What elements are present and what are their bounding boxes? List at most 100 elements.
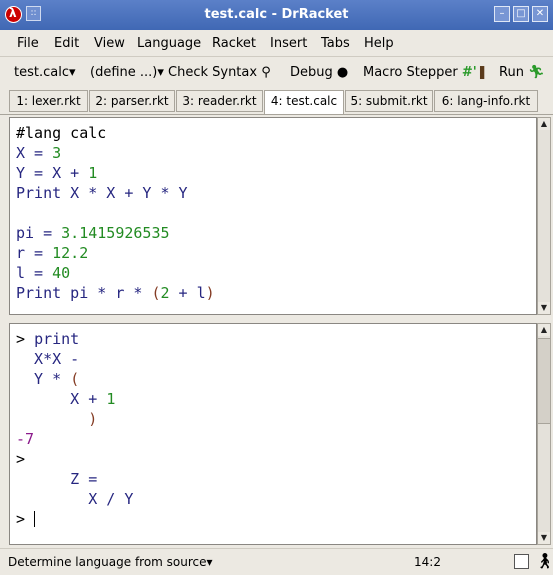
dropdown-arrow-icon: ▾ <box>157 65 164 80</box>
run-label: Run <box>499 65 524 80</box>
status-box-icon <box>514 554 529 569</box>
code-token: ) <box>16 410 98 428</box>
repl-line: X + 1 <box>16 389 133 409</box>
code-token: ( <box>70 370 80 388</box>
scroll-up-icon[interactable]: ▲ <box>538 324 550 336</box>
bomb-icon: ● <box>336 65 349 80</box>
code-line: Y = X + 1 <box>16 163 215 183</box>
tab-test-calc[interactable]: 4: test.calc <box>264 90 344 114</box>
menu-insert[interactable]: Insert <box>270 36 307 51</box>
magnifier-icon: ⚲ <box>261 65 271 80</box>
tab-parser[interactable]: 2: parser.rkt <box>89 90 175 112</box>
minimize-button[interactable]: – <box>494 6 510 22</box>
toolbar: test.calc▾ (define ...)▾ Check Syntax ⚲ … <box>0 57 553 88</box>
code-token: 40 <box>52 264 71 282</box>
code-token: ) <box>205 284 215 302</box>
definitions-scrollbar[interactable]: ▲ ▼ <box>537 117 551 315</box>
close-button[interactable]: ✕ <box>532 6 548 22</box>
code-line: r = 12.2 <box>16 243 215 263</box>
code-token: + l <box>169 284 206 302</box>
macro-stepper-label: Macro Stepper <box>363 65 458 80</box>
file-menu-button[interactable]: test.calc▾ <box>14 65 76 80</box>
maximize-button[interactable]: □ <box>513 6 529 22</box>
tab-reader[interactable]: 3: reader.rkt <box>176 90 263 112</box>
run-button[interactable]: Run 🏃︎ <box>499 65 545 80</box>
code-line: X = 3 <box>16 143 215 163</box>
code-token: Y = X + <box>16 164 89 182</box>
tab-lexer[interactable]: 1: lexer.rkt <box>9 90 88 112</box>
menu-file[interactable]: File <box>17 36 39 51</box>
repl-line: > <box>16 509 133 529</box>
repl-line: X / Y <box>16 489 133 509</box>
repl-line: > print <box>16 329 133 349</box>
check-syntax-button[interactable]: Check Syntax ⚲ <box>168 65 271 80</box>
code-token: X + <box>16 390 107 408</box>
check-syntax-label: Check Syntax <box>168 65 258 80</box>
debug-button[interactable]: Debug ● <box>290 65 348 80</box>
code-token: Y * <box>16 370 71 388</box>
menu-edit[interactable]: Edit <box>54 36 79 51</box>
code-token: X*X - <box>16 350 80 368</box>
repl-line: > <box>16 449 133 469</box>
code-token: print <box>34 330 80 348</box>
code-token: 3.1415926535 <box>61 224 170 242</box>
tab-lang-info[interactable]: 6: lang-info.rkt <box>434 90 538 112</box>
code-line: l = 40 <box>16 263 215 283</box>
menu-racket[interactable]: Racket <box>212 36 256 51</box>
window-title: test.calc - DrRacket <box>204 7 349 22</box>
repl-line: X*X - <box>16 349 133 369</box>
repl-line: -7 <box>16 429 133 449</box>
code-line: pi = 3.1415926535 <box>16 223 215 243</box>
code-token: pi = <box>16 224 62 242</box>
walking-man-icon: 🚶︎ <box>535 552 553 570</box>
code-line: Print pi * r * (2 + l) <box>16 283 215 303</box>
repl-line: Z = <box>16 469 133 489</box>
cursor-position: 14:2 <box>414 555 441 569</box>
scroll-up-icon[interactable]: ▲ <box>538 118 550 130</box>
file-menu-label: test.calc <box>14 65 69 80</box>
interactions-pane[interactable]: > print X*X - Y * ( X + 1 ) -7 > Z = X / Y… <box>9 323 537 545</box>
code-token: X = <box>16 144 53 162</box>
interactions-code: > print X*X - Y * ( X + 1 ) -7 > Z = X / Y… <box>16 329 133 529</box>
tab-submit[interactable]: 5: submit.rkt <box>345 90 433 112</box>
dropdown-arrow-icon: ▾ <box>68 65 76 80</box>
scroll-down-icon[interactable]: ▼ <box>538 302 550 314</box>
code-token: l = <box>16 264 53 282</box>
code-token: Print pi * r * <box>16 284 152 302</box>
scroll-thumb[interactable] <box>538 338 550 424</box>
language-selector[interactable]: Determine language from source▾ <box>8 555 213 569</box>
macro-hash-icon: #' <box>461 65 477 80</box>
running-man-icon: 🏃︎ <box>528 65 545 80</box>
pane-splitter[interactable] <box>9 315 551 323</box>
macro-stepper-button[interactable]: Macro Stepper #'❚ <box>363 65 488 80</box>
repl-line: Y * ( <box>16 369 133 389</box>
code-token: 3 <box>52 144 62 162</box>
menu-language[interactable]: Language <box>137 36 201 51</box>
language-label: Determine language from source <box>8 555 207 569</box>
code-token: 1 <box>106 390 116 408</box>
status-bar: Determine language from source▾ 14:2 🚶︎ <box>0 548 553 575</box>
definitions-code: #lang calc X = 3Y = X + 1 Print X * X + Y … <box>16 123 215 303</box>
text-caret <box>34 511 36 527</box>
menu-view[interactable]: View <box>94 36 125 51</box>
menu-bar: File Edit View Language Racket Insert Ta… <box>0 30 553 57</box>
code-token: 2 <box>160 284 170 302</box>
definitions-editor[interactable]: #lang calc X = 3Y = X + 1 Print X * X + Y … <box>9 117 537 315</box>
code-token: > <box>16 330 35 348</box>
code-line: #lang calc <box>16 123 215 143</box>
code-token: -7 <box>16 430 35 448</box>
code-token: Z = <box>16 470 98 488</box>
scroll-down-icon[interactable]: ▼ <box>538 532 550 544</box>
code-token: 12.2 <box>52 244 89 262</box>
code-token: > <box>16 450 26 468</box>
code-token: ( <box>151 284 161 302</box>
menu-tabs[interactable]: Tabs <box>321 36 350 51</box>
menu-help[interactable]: Help <box>364 36 394 51</box>
tab-bar: 1: lexer.rkt 2: parser.rkt 3: reader.rkt… <box>0 88 553 115</box>
dropdown-arrow-icon: ▾ <box>206 555 213 569</box>
interactions-scrollbar[interactable]: ▲ ▼ <box>537 323 551 545</box>
code-token: r = <box>16 244 53 262</box>
code-token: #lang calc <box>16 124 107 142</box>
define-menu-button[interactable]: (define ...)▾ <box>90 65 164 80</box>
